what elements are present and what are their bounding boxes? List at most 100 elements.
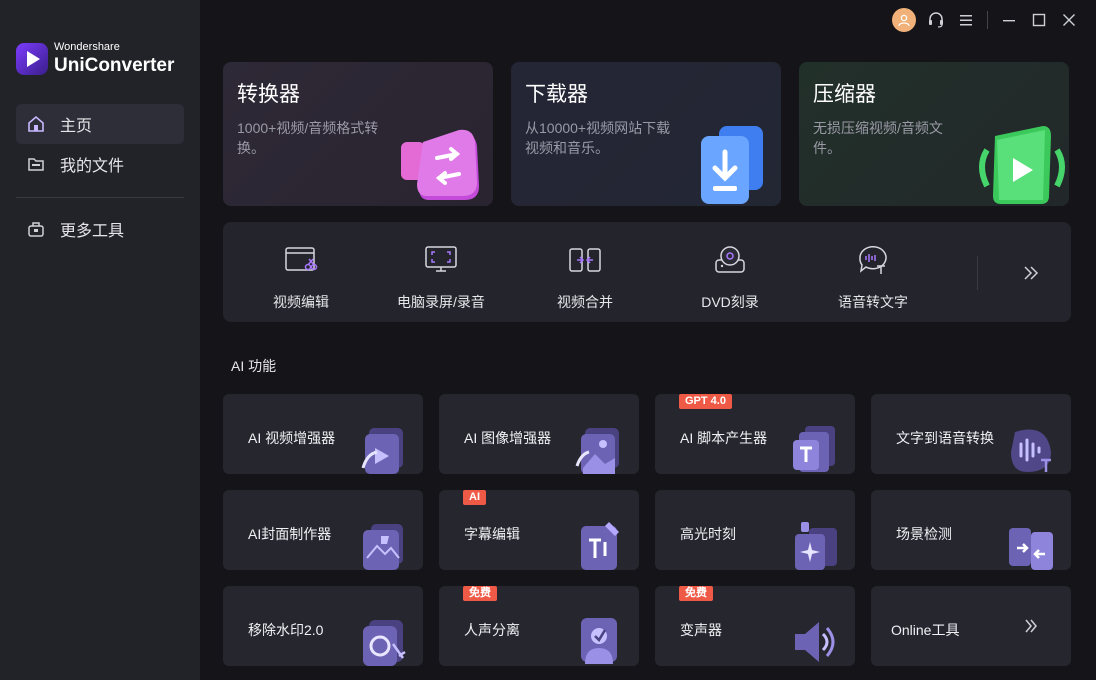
folder-icon xyxy=(26,154,46,174)
uniconverter-logo-icon xyxy=(16,42,48,75)
card-title: 转换器 xyxy=(237,83,300,106)
card-description: 1000+视频/音频格式转换。 xyxy=(237,120,379,156)
avatar-icon xyxy=(892,8,916,32)
ai-card-online-tools[interactable]: Online工具 xyxy=(871,586,1071,666)
converter-icon xyxy=(401,129,479,200)
ai-card-text-to-speech[interactable]: 文字到语音转换 xyxy=(871,394,1071,474)
ai-card-subtitle-editor[interactable]: AI 字幕编辑 xyxy=(439,490,639,570)
video-merge-icon xyxy=(567,242,603,278)
screen-record-icon xyxy=(423,242,459,278)
headset-icon xyxy=(929,12,943,28)
cover-maker-icon xyxy=(363,524,403,570)
tool-label: DVD刻录 xyxy=(701,294,759,310)
maximize-button[interactable] xyxy=(1024,0,1054,40)
maximize-icon xyxy=(1032,13,1046,27)
double-chevron-right-icon xyxy=(1025,619,1037,633)
sidebar: Wondershare UniConverter 主页 我的文件 更多工具 xyxy=(0,0,200,680)
compressor-card[interactable]: 压缩器 无损压缩视频/音频文件。 xyxy=(799,62,1069,206)
card-description: 无损压缩视频/音频文件。 xyxy=(813,120,943,156)
tool-video-merge[interactable]: 视频合并 xyxy=(515,242,655,312)
tool-speech-to-text[interactable]: 语音转文字 xyxy=(803,242,943,312)
converter-card[interactable]: 转换器 1000+视频/音频格式转换。 xyxy=(223,62,493,206)
ai-card-label: AI封面制作器 xyxy=(248,526,332,542)
card-title: 下载器 xyxy=(525,83,588,106)
ai-card-label: 场景检测 xyxy=(896,526,952,542)
compressor-icon xyxy=(979,126,1065,204)
dvd-burn-icon xyxy=(712,242,748,278)
ai-card-cover-maker[interactable]: AI封面制作器 xyxy=(223,490,423,570)
sidebar-item-home[interactable]: 主页 xyxy=(16,104,184,144)
watermark-remover-icon xyxy=(363,620,406,666)
vocal-remover-icon xyxy=(581,618,617,664)
ai-card-label: 移除水印2.0 xyxy=(248,622,324,638)
sidebar-divider xyxy=(16,197,184,198)
ai-card-highlights[interactable]: 高光时刻 xyxy=(655,490,855,570)
ai-card-label: 字幕编辑 xyxy=(464,526,520,542)
card-description: 从10000+视频网站下载视频和音乐。 xyxy=(525,120,671,156)
gpt-badge: GPT 4.0 xyxy=(679,394,732,409)
tools-separator xyxy=(977,256,978,290)
speech-to-text-icon xyxy=(855,242,891,278)
sidebar-item-my-files[interactable]: 我的文件 xyxy=(16,144,184,184)
minimize-button[interactable] xyxy=(994,0,1024,40)
ai-card-label: Online工具 xyxy=(891,622,960,638)
ai-card-label: AI 视频增强器 xyxy=(248,430,336,446)
ai-card-scene-detection[interactable]: 场景检测 xyxy=(871,490,1071,570)
tool-screen-record[interactable]: 电脑录屏/录音 xyxy=(371,242,511,312)
video-enhancer-icon xyxy=(361,428,403,474)
downloader-card[interactable]: 下载器 从10000+视频网站下载视频和音乐。 xyxy=(511,62,781,206)
ai-card-label: AI 图像增强器 xyxy=(464,430,552,446)
downloader-icon xyxy=(701,126,763,204)
ai-card-label: 人声分离 xyxy=(464,622,520,638)
quick-tools-panel: 视频编辑 电脑录屏/录音 视频合并 DVD刻录 语音转文字 xyxy=(223,222,1071,322)
card-title: 压缩器 xyxy=(813,83,876,106)
support-button[interactable] xyxy=(921,0,951,40)
ai-card-image-enhancer[interactable]: AI 图像增强器 xyxy=(439,394,639,474)
tool-video-edit[interactable]: 视频编辑 xyxy=(231,242,371,312)
sidebar-item-label: 更多工具 xyxy=(60,223,125,240)
toolbox-icon xyxy=(26,219,46,239)
tool-label: 语音转文字 xyxy=(838,294,908,310)
title-bar xyxy=(891,0,1096,40)
sidebar-item-label: 我的文件 xyxy=(60,158,125,175)
ai-card-label: AI 脚本产生器 xyxy=(680,430,768,446)
title-bar-separator xyxy=(987,11,988,29)
text-to-speech-icon xyxy=(1011,429,1051,472)
ai-badge: AI xyxy=(463,490,486,505)
close-button[interactable] xyxy=(1054,0,1084,40)
tool-label: 视频合并 xyxy=(557,294,613,310)
ai-card-voice-changer[interactable]: 免费 变声器 xyxy=(655,586,855,666)
ai-card-script-generator[interactable]: GPT 4.0 AI 脚本产生器 xyxy=(655,394,855,474)
image-enhancer-icon xyxy=(575,428,619,474)
minimize-icon xyxy=(1003,20,1015,22)
tool-label: 视频编辑 xyxy=(273,294,329,310)
account-button[interactable] xyxy=(891,0,921,40)
sidebar-item-label: 主页 xyxy=(60,118,93,135)
close-icon xyxy=(1063,14,1075,26)
tool-dvd-burn[interactable]: DVD刻录 xyxy=(660,242,800,312)
brand-title: UniConverter xyxy=(54,55,175,76)
tool-label: 电脑录屏/录音 xyxy=(397,294,485,310)
menu-button[interactable] xyxy=(951,0,981,40)
ai-card-vocal-remover[interactable]: 免费 人声分离 xyxy=(439,586,639,666)
free-badge: 免费 xyxy=(679,586,713,601)
app-logo: Wondershare UniConverter xyxy=(16,42,174,75)
ai-card-label: 变声器 xyxy=(680,622,722,638)
ai-section-title: AI 功能 xyxy=(231,358,277,374)
voice-changer-icon xyxy=(795,622,835,662)
home-icon xyxy=(26,114,46,134)
video-edit-icon xyxy=(283,242,319,278)
sidebar-item-more-tools[interactable]: 更多工具 xyxy=(16,209,184,249)
ai-card-video-enhancer[interactable]: AI 视频增强器 xyxy=(223,394,423,474)
highlights-icon xyxy=(795,522,837,570)
brand-subtitle: Wondershare xyxy=(54,41,120,53)
ai-card-watermark-remover[interactable]: 移除水印2.0 xyxy=(223,586,423,666)
free-badge: 免费 xyxy=(463,586,497,601)
menu-icon xyxy=(960,15,972,26)
ai-card-label: 文字到语音转换 xyxy=(896,430,994,446)
scene-detection-icon xyxy=(1009,528,1053,570)
script-generator-icon xyxy=(793,426,835,472)
ai-card-label: 高光时刻 xyxy=(680,526,736,542)
subtitle-editor-icon xyxy=(581,522,619,570)
double-chevron-right-icon[interactable] xyxy=(1019,262,1043,284)
